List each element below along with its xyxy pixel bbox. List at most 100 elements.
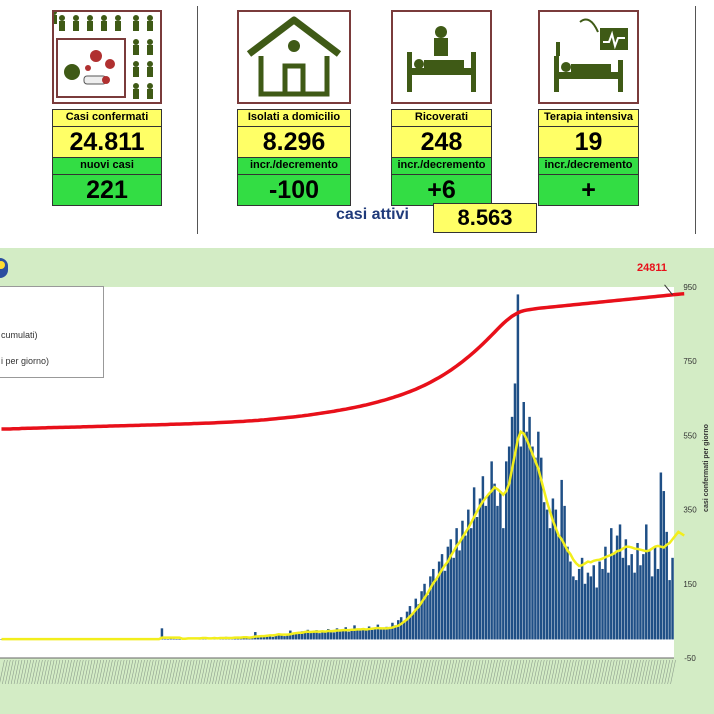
x-tick-label: [503, 659, 510, 685]
x-tick-label: [568, 659, 574, 685]
daily-bar: [359, 630, 362, 640]
daily-bar: [388, 627, 391, 640]
x-tick-label: [37, 659, 43, 685]
x-tick-label: [200, 659, 207, 685]
x-tick-label: [646, 659, 653, 685]
x-tick-label: [22, 659, 29, 685]
x-tick-label: [509, 659, 516, 685]
x-tick-label: [591, 659, 598, 685]
daily-bar: [525, 431, 528, 640]
x-tick-label: [95, 659, 102, 685]
x-tick-label: [384, 659, 390, 685]
x-tick-label: [302, 659, 309, 685]
daily-bar: [580, 557, 584, 640]
x-tick-label: [147, 659, 154, 685]
daily-bar: [665, 531, 668, 640]
x-tick-label: [182, 659, 189, 685]
x-tick-label: [410, 659, 417, 685]
daily-bar: [347, 631, 350, 640]
x-tick-label: [600, 659, 606, 685]
x-tick-label: [652, 659, 659, 685]
daily-bar: [408, 606, 412, 640]
x-tick-label: [611, 659, 618, 685]
x-tick-label: [629, 659, 635, 685]
x-tick-label: [585, 659, 592, 685]
dashboard-panel: Casi confermati 24.811 nuovi casi 221 Is…: [0, 0, 714, 240]
home-icon: [237, 10, 351, 104]
x-tick-label: [606, 659, 612, 685]
x-tick-label: [145, 659, 151, 685]
daily-bar: [487, 494, 490, 640]
x-tick-label: [530, 659, 536, 685]
x-tick-label: [288, 659, 294, 685]
daily-bar: [604, 546, 607, 640]
daily-bar: [563, 505, 566, 640]
daily-bar: [338, 631, 342, 640]
daily-bar: [647, 550, 651, 640]
x-tick-label: [553, 659, 560, 685]
x-tick-label: [337, 659, 344, 685]
daily-bar: [496, 505, 499, 640]
daily-bar: [484, 505, 488, 640]
cumulative-end-label: 24811: [637, 262, 667, 274]
x-tick-label: [197, 659, 204, 685]
x-tick-label: [355, 659, 361, 685]
x-tick-label: [255, 659, 262, 685]
daily-bar: [639, 565, 642, 640]
x-tick-label: [34, 659, 40, 685]
x-tick-label: [244, 659, 250, 685]
x-tick-label: [635, 659, 641, 685]
x-tick-label: [115, 659, 122, 685]
x-tick-label: [436, 659, 443, 685]
daily-bar: [516, 294, 520, 640]
x-tick-label: [334, 659, 341, 685]
daily-bar: [309, 632, 312, 640]
x-tick-label: [541, 659, 548, 685]
x-tick-label: [317, 659, 323, 685]
home-isolation-value: 8.296: [238, 126, 350, 157]
active-cases-label: casi attivi: [336, 206, 409, 223]
x-tick-label: [238, 659, 245, 685]
x-tick-label: [156, 659, 163, 685]
x-tick-label: [232, 659, 239, 685]
daily-bar: [397, 620, 400, 640]
x-tick-label: [506, 659, 513, 685]
intensive-care-change-value: +: [539, 174, 638, 205]
x-tick-label: [250, 659, 256, 685]
daily-bar: [370, 629, 374, 640]
x-tick-label: [343, 659, 350, 685]
daily-bar: [598, 561, 601, 640]
divider: [695, 6, 696, 234]
x-tick-label: [191, 659, 198, 685]
confirmed-value: 24.811: [53, 126, 161, 157]
x-tick-label: [483, 659, 490, 685]
x-tick-label: [425, 659, 431, 685]
daily-bar: [510, 416, 514, 640]
daily-bar: [618, 524, 622, 640]
daily-bar: [458, 550, 461, 640]
hospitalized-change-label: incr./decremento: [392, 157, 491, 174]
x-tick-label: [63, 659, 69, 685]
x-tick-label: [349, 659, 355, 685]
x-tick-label: [565, 659, 571, 685]
x-tick-label: [223, 659, 230, 685]
x-tick-label: [571, 659, 577, 685]
x-tick-label: [401, 659, 408, 685]
daily-bar: [633, 572, 636, 640]
confirmed-cases-icon: [51, 9, 162, 104]
intensive-care-value: 19: [539, 126, 638, 157]
daily-bar: [283, 636, 286, 640]
daily-bar: [566, 546, 569, 640]
daily-bar: [650, 576, 654, 640]
x-tick-label: [13, 659, 20, 685]
daily-bar: [502, 528, 505, 640]
daily-bar: [537, 431, 540, 640]
daily-bar: [548, 528, 552, 640]
divider: [197, 6, 198, 234]
x-tick-label: [282, 659, 288, 685]
x-tick-label: [48, 659, 55, 685]
x-tick-label: [576, 659, 583, 685]
daily-bar: [353, 625, 356, 640]
daily-bar: [420, 591, 423, 640]
chart-panel: 24811 950 750 550 350 150 -50 casi confermati p…: [0, 248, 714, 714]
